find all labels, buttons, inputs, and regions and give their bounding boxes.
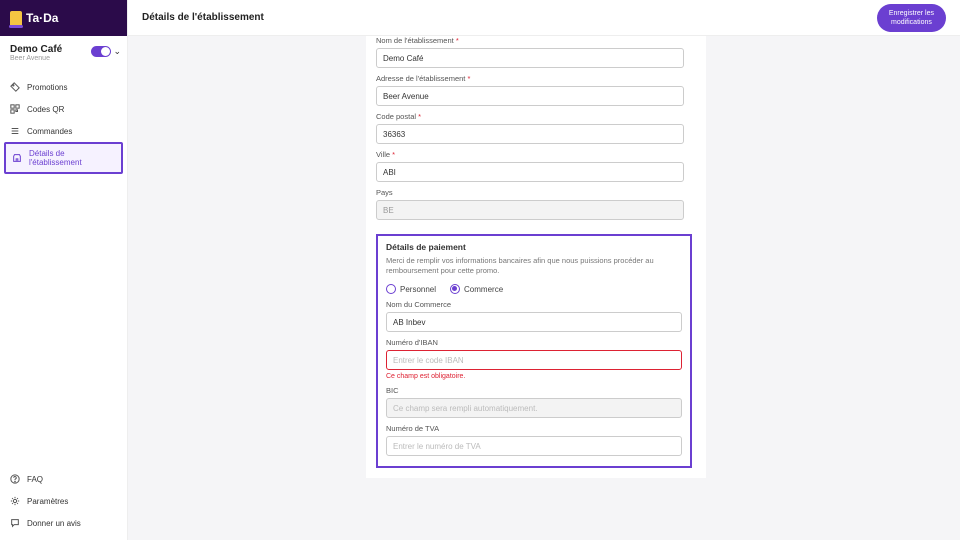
city-input[interactable] — [376, 162, 684, 182]
address-label: Adresse de l'établissement * — [376, 74, 696, 83]
qrcode-icon — [10, 104, 20, 114]
sidebar: Ta·Da Demo Café Beer Avenue ⌄ Promotions… — [0, 0, 128, 540]
sidebar-item-settings[interactable]: Paramètres — [0, 490, 127, 512]
nav-main: Promotions Codes QR Commandes Détails de… — [0, 76, 127, 174]
payment-desc: Merci de remplir vos informations bancai… — [386, 256, 682, 276]
sidebar-label: Détails de l'établissement — [29, 149, 115, 167]
business-name-label: Nom du Commerce — [386, 300, 682, 309]
sidebar-item-promotions[interactable]: Promotions — [0, 76, 127, 98]
logo-text: Ta·Da — [26, 11, 58, 25]
sidebar-label: Promotions — [27, 83, 67, 92]
venue-selector[interactable]: Demo Café Beer Avenue ⌄ — [0, 36, 127, 68]
store-icon — [12, 153, 22, 163]
chevron-down-icon[interactable]: ⌄ — [113, 46, 121, 57]
business-name-input[interactable] — [386, 312, 682, 332]
postal-label: Code postal * — [376, 112, 696, 121]
address-input[interactable] — [376, 86, 684, 106]
postal-input[interactable] — [376, 124, 684, 144]
vat-label: Numéro de TVA — [386, 424, 682, 433]
list-icon — [10, 126, 20, 136]
venue-form: Nom de l'établissement * Adresse de l'ét… — [366, 36, 706, 478]
city-label: Ville * — [376, 150, 696, 159]
payment-title: Détails de paiement — [386, 242, 682, 252]
main-content: Nom de l'établissement * Adresse de l'ét… — [128, 36, 960, 540]
venue-name-label: Nom de l'établissement * — [376, 36, 696, 45]
sidebar-item-feedback[interactable]: Donner un avis — [0, 512, 127, 534]
tag-icon — [10, 82, 20, 92]
sidebar-label: Commandes — [27, 127, 72, 136]
venue-toggle[interactable] — [91, 46, 111, 57]
help-icon — [10, 474, 20, 484]
sidebar-item-faq[interactable]: FAQ — [0, 468, 127, 490]
sidebar-item-qrcodes[interactable]: Codes QR — [0, 98, 127, 120]
logo-icon — [10, 11, 22, 25]
bic-label: BIC — [386, 386, 682, 395]
radio-business[interactable]: Commerce — [450, 284, 503, 294]
payment-section: Détails de paiement Merci de remplir vos… — [376, 234, 692, 468]
iban-input[interactable] — [386, 350, 682, 370]
country-input — [376, 200, 684, 220]
sidebar-item-orders[interactable]: Commandes — [0, 120, 127, 142]
sidebar-label: FAQ — [27, 475, 43, 484]
gear-icon — [10, 496, 20, 506]
radio-icon — [450, 284, 460, 294]
venue-name-input[interactable] — [376, 48, 684, 68]
sidebar-item-venue-details[interactable]: Détails de l'établissement — [4, 142, 123, 174]
save-button[interactable]: Enregistrer les modifications — [877, 4, 946, 32]
sidebar-label: Paramètres — [27, 497, 68, 506]
account-type-radio-group: Personnel Commerce — [386, 284, 682, 294]
chat-icon — [10, 518, 20, 528]
radio-icon — [386, 284, 396, 294]
bic-input — [386, 398, 682, 418]
sidebar-label: Donner un avis — [27, 519, 81, 528]
iban-error: Ce champ est obligatoire. — [386, 373, 682, 380]
vat-input[interactable] — [386, 436, 682, 456]
sidebar-label: Codes QR — [27, 105, 64, 114]
page-title: Détails de l'établissement — [142, 12, 264, 23]
radio-personal[interactable]: Personnel — [386, 284, 436, 294]
iban-label: Numéro d'IBAN — [386, 338, 682, 347]
nav-bottom: FAQ Paramètres Donner un avis — [0, 468, 127, 534]
country-label: Pays — [376, 188, 696, 197]
header: Détails de l'établissement Enregistrer l… — [128, 0, 960, 36]
logo-bar: Ta·Da — [0, 0, 127, 36]
